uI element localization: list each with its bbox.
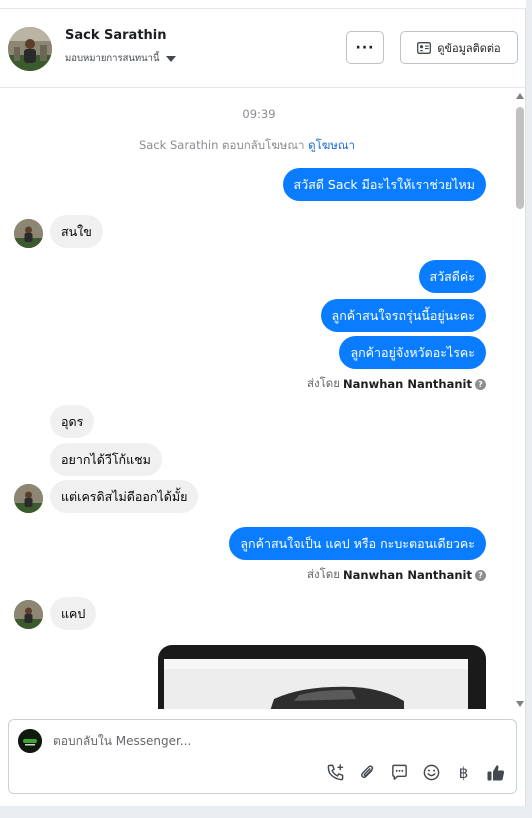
scroll-down-arrow-icon[interactable] (516, 701, 524, 707)
image-attachment[interactable] (158, 645, 486, 709)
car-photo (164, 659, 468, 709)
like-icon[interactable] (485, 762, 506, 783)
emoji-icon[interactable] (421, 762, 442, 783)
more-options-button[interactable]: ··· (346, 31, 384, 64)
sent-by-label: ส่งโดย Nanwhan Nanthanit ? (307, 566, 486, 584)
scrollbar[interactable] (514, 93, 526, 707)
composer-toolbar: ฿ (325, 762, 506, 783)
view-ad-link[interactable]: ดูโฆษณา (308, 138, 355, 152)
baht-icon[interactable]: ฿ (453, 762, 474, 783)
message-thread[interactable]: 09:39 Sack Sarathin ตอบกลับโฆษณา ดูโฆษณา… (0, 89, 526, 709)
contact-card-icon (417, 41, 432, 54)
message-outgoing[interactable]: สวัสดี Sack มีอะไรให้เราช่วยไหม (282, 168, 486, 201)
sender-name: Nanwhan Nanthanit (343, 568, 472, 582)
message-outgoing[interactable]: ลูกค้าอยู่จังหวัดอะไรคะ (339, 336, 486, 369)
contact-avatar-small (14, 219, 43, 248)
page-avatar (18, 729, 42, 753)
message-outgoing[interactable]: ลูกค้าสนใจรถรุ่นนี้อยู่นะคะ (320, 299, 486, 332)
scroll-up-arrow-icon[interactable] (516, 93, 524, 99)
reply-input[interactable] (53, 731, 493, 751)
phone-add-icon[interactable] (325, 762, 346, 783)
message-incoming[interactable]: แต่เครดิสไม่ดีออกได้มั้ย (50, 480, 199, 513)
caret-down-icon (165, 55, 176, 62)
contact-name: Sack Sarathin (65, 28, 167, 43)
assign-label: มอบหมายการสนทนานี้ (65, 53, 160, 64)
top-divider (0, 0, 526, 9)
contact-avatar-small (14, 484, 43, 513)
message-timestamp: 09:39 (242, 107, 276, 121)
conversation-panel: Sack Sarathin มอบหมายการสนทนานี้ ··· ดูข… (0, 0, 526, 806)
sent-by-prefix: ส่งโดย (306, 376, 341, 390)
view-contact-button[interactable]: ดูข้อมูลติดต่อ (400, 31, 518, 64)
contact-avatar[interactable] (8, 27, 52, 71)
conversation-header: Sack Sarathin มอบหมายการสนทนานี้ ··· ดูข… (0, 10, 526, 88)
message-incoming[interactable]: อยากได้วีโก้แชม (50, 443, 162, 476)
contact-avatar-small (14, 600, 43, 629)
attach-icon[interactable] (357, 762, 378, 783)
help-icon[interactable]: ? (475, 569, 486, 581)
message-outgoing[interactable]: ลูกค้าสนใจเป็น แคป หรือ กะบะตอนเดียวคะ (229, 527, 486, 560)
ad-reply-text: Sack Sarathin ตอบกลับโฆษณา (139, 138, 305, 152)
scrollbar-thumb[interactable] (516, 107, 524, 209)
help-icon[interactable]: ? (475, 378, 486, 390)
view-contact-label: ดูข้อมูลติดต่อ (437, 41, 501, 55)
sent-by-label: ส่งโดย Nanwhan Nanthanit ? (307, 375, 486, 393)
saved-reply-icon[interactable] (389, 762, 410, 783)
reply-composer: ฿ (8, 719, 517, 794)
message-incoming[interactable]: แคป (50, 597, 97, 630)
sender-name: Nanwhan Nanthanit (343, 377, 472, 391)
message-incoming[interactable]: สนใข (50, 215, 103, 248)
ad-reply-notice: Sack Sarathin ตอบกลับโฆษณา ดูโฆษณา (0, 137, 494, 155)
assign-conversation-dropdown[interactable]: มอบหมายการสนทนานี้ (65, 51, 176, 66)
message-incoming[interactable]: อุดร (50, 405, 95, 438)
sent-by-prefix: ส่งโดย (306, 567, 341, 581)
message-outgoing[interactable]: สวัสดีค่ะ (418, 260, 486, 293)
